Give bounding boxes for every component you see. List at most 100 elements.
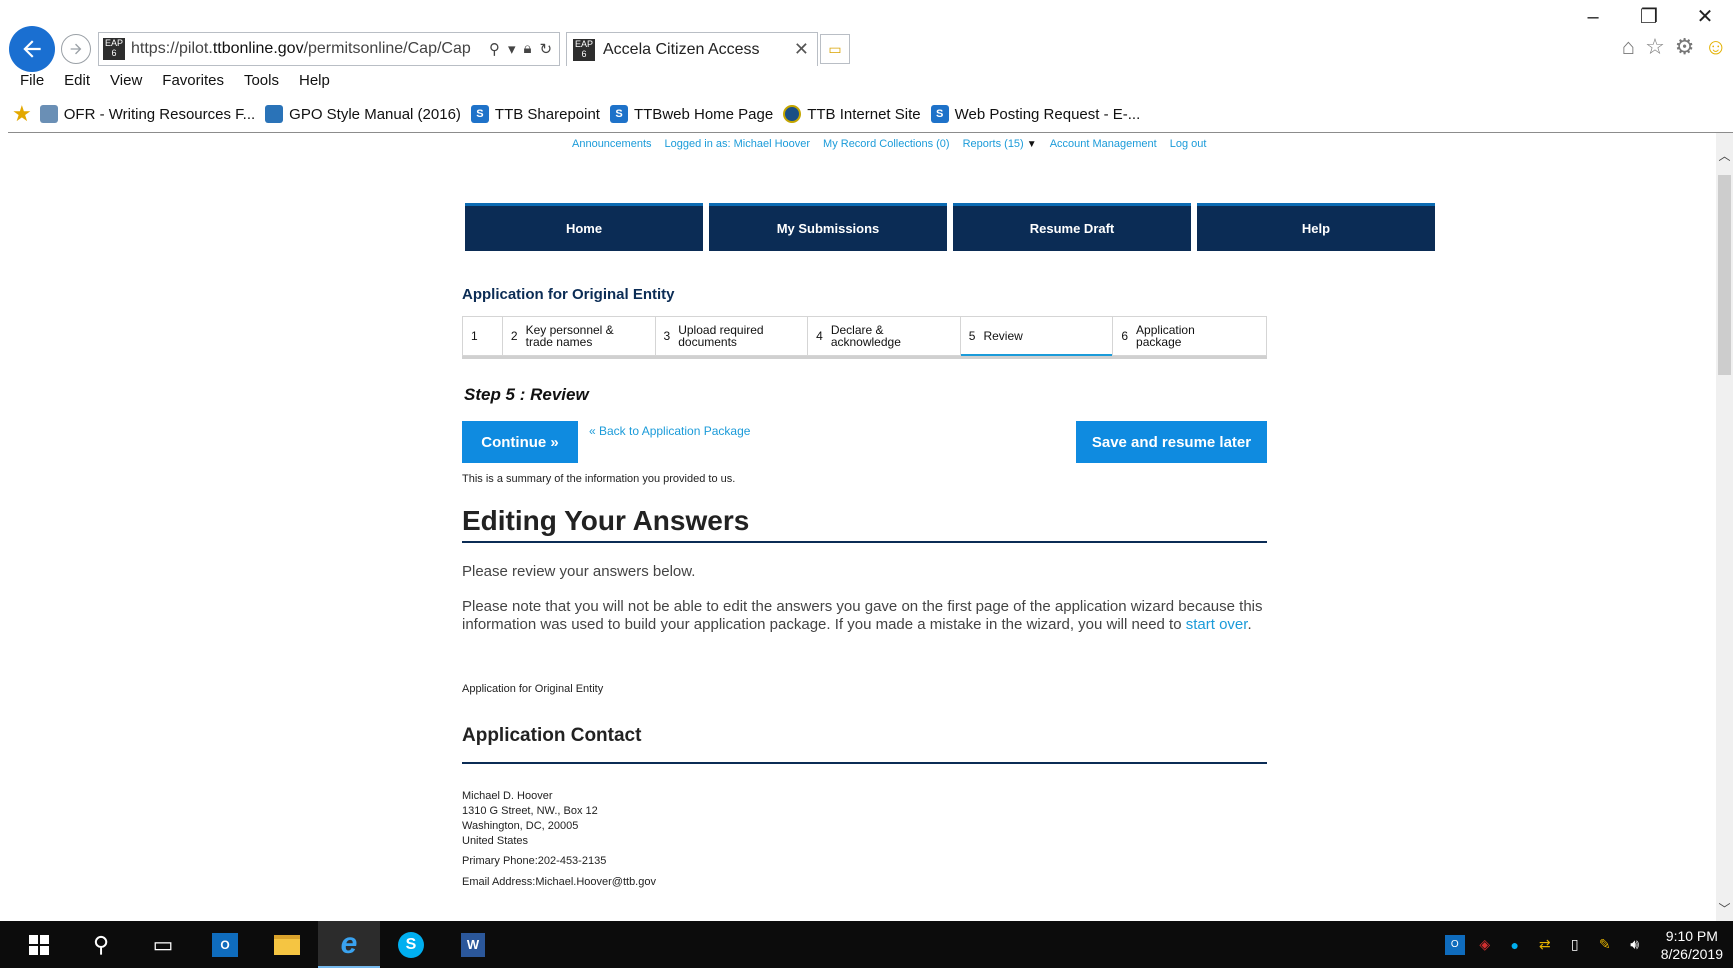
- taskbar-skype[interactable]: S: [380, 921, 442, 968]
- refresh-icon[interactable]: ↻: [540, 40, 553, 58]
- menu-help[interactable]: Help: [289, 72, 340, 94]
- home-icon[interactable]: ⌂: [1622, 34, 1635, 60]
- taskbar-file-explorer[interactable]: [256, 921, 318, 968]
- step-number: 4: [816, 329, 823, 343]
- favorite-ofr[interactable]: OFR - Writing Resources F...: [39, 105, 256, 123]
- step-1[interactable]: 1: [463, 317, 503, 355]
- menu-favorites[interactable]: Favorites: [152, 72, 234, 94]
- address-row: EAP 6 https://pilot.ttbonline.gov/permit…: [0, 22, 1733, 74]
- tab-favicon-icon: EAP 6: [573, 38, 595, 61]
- favorite-label: OFR - Writing Resources F...: [63, 105, 256, 123]
- dropdown-icon[interactable]: ▾: [508, 40, 516, 58]
- clock-time: 9:10 PM: [1665, 927, 1718, 944]
- continue-button[interactable]: Continue »: [462, 421, 578, 463]
- taskbar-word[interactable]: W: [442, 921, 504, 968]
- browser-chrome: – ❐ ✕ EAP 6 https://pilot.ttbonline.gov/…: [0, 0, 1733, 134]
- tray-skype-icon[interactable]: ●: [1505, 935, 1525, 955]
- step-2[interactable]: 2 Key personnel & trade names: [502, 317, 656, 355]
- tray-usb-icon[interactable]: ▯: [1565, 935, 1585, 955]
- steps-underline: [462, 356, 1267, 359]
- menu-edit[interactable]: Edit: [54, 72, 100, 94]
- menu-file[interactable]: File: [10, 72, 54, 94]
- close-tab-icon[interactable]: ✕: [794, 39, 809, 60]
- nav-help[interactable]: Help: [1197, 203, 1435, 251]
- step-label: Declare & acknowledge: [830, 323, 901, 349]
- back-to-package-link[interactable]: « Back to Application Package: [589, 424, 750, 438]
- application-title: Application for Original Entity: [462, 286, 675, 303]
- favorite-ttb-internet[interactable]: TTB Internet Site: [783, 105, 921, 123]
- search-icon[interactable]: ⚲: [489, 40, 500, 58]
- url-text[interactable]: https://pilot.ttbonline.gov/permitsonlin…: [131, 40, 481, 58]
- step-4[interactable]: 4 Declare & acknowledge: [808, 317, 961, 355]
- tray-mcafee-icon[interactable]: ◈: [1475, 935, 1495, 955]
- taskbar-outlook[interactable]: O: [194, 921, 256, 968]
- taskbar: ⚲ ▭ O e S W O ◈ ● ⇄ ▯ ✎ 🔊︎ 9:10 PM 8/26/…: [0, 921, 1733, 968]
- review-text: Please review your answers below.: [462, 563, 696, 580]
- step-label: Application package: [1136, 323, 1195, 349]
- nav-my-submissions[interactable]: My Submissions: [709, 203, 947, 251]
- start-over-link[interactable]: start over: [1186, 616, 1248, 633]
- step-label: Upload required documents: [678, 323, 764, 349]
- nav-home[interactable]: Home: [465, 203, 703, 251]
- favorite-label: TTB Internet Site: [807, 105, 921, 123]
- step-label: Review: [983, 329, 1023, 343]
- wizard-steps: 1 2 Key personnel & trade names 3 Upload r…: [462, 316, 1267, 357]
- start-button[interactable]: [8, 921, 70, 968]
- step-6[interactable]: 6 Application package: [1113, 317, 1266, 355]
- tray-sync-icon[interactable]: ⇄: [1535, 935, 1555, 955]
- reports-label: Reports (15): [962, 138, 1024, 150]
- arrow-left-icon: [23, 40, 41, 58]
- contact-rule: [462, 762, 1267, 764]
- save-resume-later-button[interactable]: Save and resume later: [1076, 421, 1267, 463]
- new-tab-button[interactable]: ▭: [820, 34, 850, 64]
- taskbar-search-icon[interactable]: ⚲: [70, 921, 132, 968]
- sharepoint-icon: S: [609, 105, 628, 123]
- feedback-smiley-icon[interactable]: ☺: [1705, 34, 1727, 60]
- favorite-gpo[interactable]: GPO Style Manual (2016): [265, 105, 461, 123]
- record-collections-link[interactable]: My Record Collections (0): [823, 138, 950, 150]
- nav-resume-draft[interactable]: Resume Draft: [953, 203, 1191, 251]
- note-end: .: [1247, 616, 1252, 633]
- step-heading: Step 5 : Review: [464, 385, 589, 404]
- menu-tools[interactable]: Tools: [234, 72, 289, 94]
- tray-tasks-icon[interactable]: ✎: [1595, 935, 1615, 955]
- caret-down-icon: ▼: [1026, 139, 1037, 150]
- back-button[interactable]: [9, 26, 55, 72]
- lock-icon[interactable]: 🔒︎: [524, 40, 532, 58]
- volume-icon[interactable]: 🔊︎: [1625, 935, 1645, 955]
- scroll-down-icon[interactable]: ﹀: [1716, 900, 1733, 917]
- step-3[interactable]: 3 Upload required documents: [655, 317, 809, 355]
- menu-view[interactable]: View: [100, 72, 152, 94]
- reports-link[interactable]: Reports (15) ▼: [963, 138, 1037, 150]
- favorites-star-icon[interactable]: ☆: [1645, 34, 1665, 60]
- windows-logo-icon: [29, 934, 49, 955]
- browser-tab[interactable]: EAP 6 Accela Citizen Access ✕: [566, 32, 818, 66]
- task-view-icon[interactable]: ▭: [132, 921, 194, 968]
- system-clock[interactable]: 9:10 PM 8/26/2019: [1661, 927, 1723, 963]
- account-management-link[interactable]: Account Management: [1050, 138, 1157, 150]
- word-icon: W: [461, 932, 485, 957]
- skype-icon: S: [398, 931, 424, 958]
- favorite-sharepoint[interactable]: S TTB Sharepoint: [470, 105, 600, 123]
- scroll-thumb[interactable]: [1718, 175, 1731, 375]
- address-bar[interactable]: EAP 6 https://pilot.ttbonline.gov/permit…: [98, 32, 560, 66]
- tray-outlook-icon[interactable]: O: [1444, 934, 1465, 955]
- top-links: Announcements Logged in as: Michael Hoov…: [572, 138, 1206, 150]
- scroll-up-icon[interactable]: ︿: [1716, 147, 1733, 164]
- logout-link[interactable]: Log out: [1170, 138, 1207, 150]
- favorite-ttbweb[interactable]: S TTBweb Home Page: [609, 105, 773, 123]
- system-tray: O ◈ ● ⇄ ▯ ✎ 🔊︎ 9:10 PM 8/26/2019: [1444, 921, 1723, 968]
- contact-phone: Primary Phone:202-453-2135: [462, 855, 607, 867]
- favorite-web-posting[interactable]: S Web Posting Request - E-...: [930, 105, 1140, 123]
- forward-button[interactable]: [61, 34, 91, 64]
- announcements-link[interactable]: Announcements: [572, 138, 652, 150]
- heading-rule: [462, 541, 1267, 543]
- gear-icon[interactable]: ⚙: [1675, 34, 1695, 60]
- taskbar-internet-explorer[interactable]: e: [318, 921, 380, 968]
- favorites-star-icon[interactable]: ★: [12, 101, 32, 127]
- step-5[interactable]: 5 Review: [960, 317, 1114, 357]
- page-scrollbar[interactable]: ︿ ﹀: [1716, 133, 1733, 921]
- contact-name: Michael D. Hoover: [462, 790, 553, 802]
- tab-title: Accela Citizen Access: [603, 40, 760, 58]
- step-number: 6: [1121, 329, 1129, 343]
